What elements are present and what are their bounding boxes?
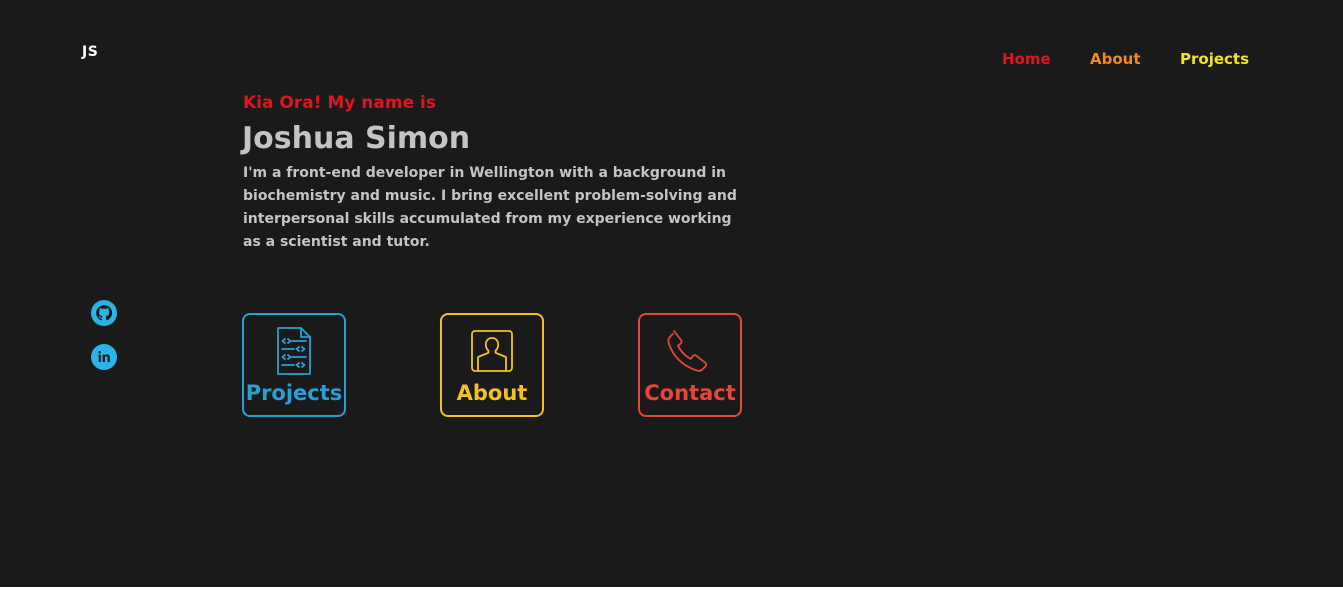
linkedin-link[interactable] (91, 344, 117, 370)
nav-home-link[interactable]: Home (1002, 50, 1051, 68)
page-title: Joshua Simon (242, 121, 471, 156)
projects-card-label: Projects (245, 381, 343, 405)
contact-card-label: Contact (644, 381, 736, 405)
contact-card[interactable]: Contact (638, 313, 742, 417)
intro-section: Kia Ora! My name is Joshua Simon I'm a f… (242, 93, 763, 254)
linkedin-icon (91, 344, 117, 370)
nav-cards: Projects About Contact (242, 313, 762, 419)
bio-text: I'm a front-end developer in Wellington … (243, 165, 737, 250)
user-profile-icon (471, 330, 513, 372)
greeting-text: Kia Ora! My name is (243, 93, 436, 113)
github-icon (91, 300, 117, 326)
top-nav: Home About Projects (0, 50, 1343, 72)
social-links (91, 300, 117, 388)
projects-card[interactable]: Projects (242, 313, 346, 417)
nav-about-link[interactable]: About (1090, 50, 1141, 68)
page: JS Home About Projects Kia Ora! My name … (0, 0, 1343, 587)
phone-icon (667, 330, 708, 372)
about-card-label: About (456, 381, 528, 405)
about-card[interactable]: About (440, 313, 544, 417)
nav-projects-link[interactable]: Projects (1180, 50, 1249, 68)
github-link[interactable] (91, 300, 117, 326)
code-document-icon (277, 327, 311, 375)
